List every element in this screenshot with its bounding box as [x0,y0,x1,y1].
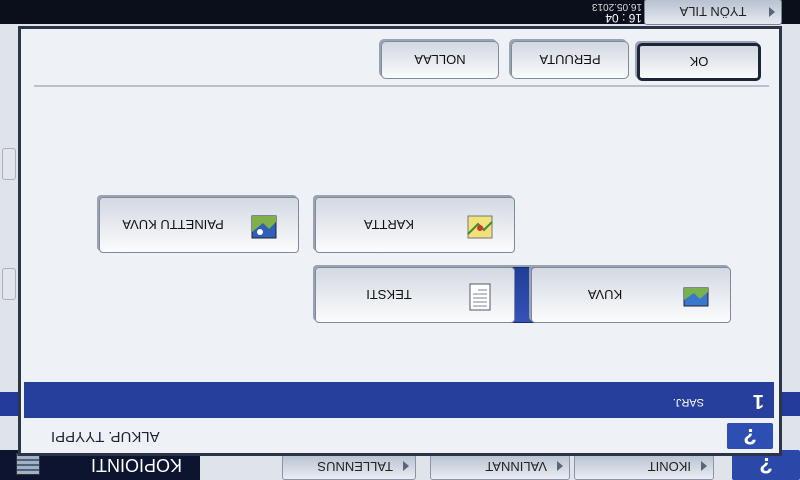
map-icon [467,215,493,239]
arrow-icon [557,461,563,471]
copies-label: SARJ. [672,396,704,408]
original-type-dialog: ? ALKUP. TYYPPI 1 SARJ. TEKSTI/KUVA TEKS… [18,26,782,456]
dialog-title: ALKUP. TYYPPI [51,428,160,446]
info-bar: 1 SARJ. [24,382,774,418]
storage-tab[interactable]: TALLENNUS [282,454,416,480]
icons-tab[interactable]: IKONIT [574,454,714,480]
printed-photo-button[interactable]: PAINETTU KUVA [99,197,299,253]
photo-label: KUVA [587,287,623,303]
options-tab[interactable]: VALINNAT [430,454,570,480]
text-label: TEKSTI [366,287,412,303]
clock: 16 : 04 16.05.2013 [591,1,642,25]
text-button[interactable]: TEKSTI [315,267,515,323]
arrow-icon [769,7,775,17]
side-tab[interactable] [2,148,16,180]
screen: ? IKONIT VALINNAT TALLENNUS KOPIOINTI TY… [0,0,800,480]
printed-photo-label: PAINETTU KUVA [122,217,224,233]
ok-button[interactable]: OK [637,43,761,81]
divider [34,85,769,87]
map-button[interactable]: KARTTA [315,197,515,253]
copy-mode-icon [16,453,40,475]
reset-button[interactable]: NOLLAA [381,41,499,79]
side-tab[interactable] [2,268,16,300]
printed-photo-icon [251,215,277,239]
photo-button[interactable]: KUVA [531,267,731,323]
text-document-icon [469,283,491,311]
arrow-icon [701,461,707,471]
map-label: KARTTA [363,217,415,233]
copies-value: 1 [752,390,764,412]
arrow-icon [403,461,409,471]
job-status-button[interactable]: TYÖN TILA [644,0,782,25]
photo-icon [683,287,709,307]
cancel-button[interactable]: PERUUTA [511,41,629,79]
